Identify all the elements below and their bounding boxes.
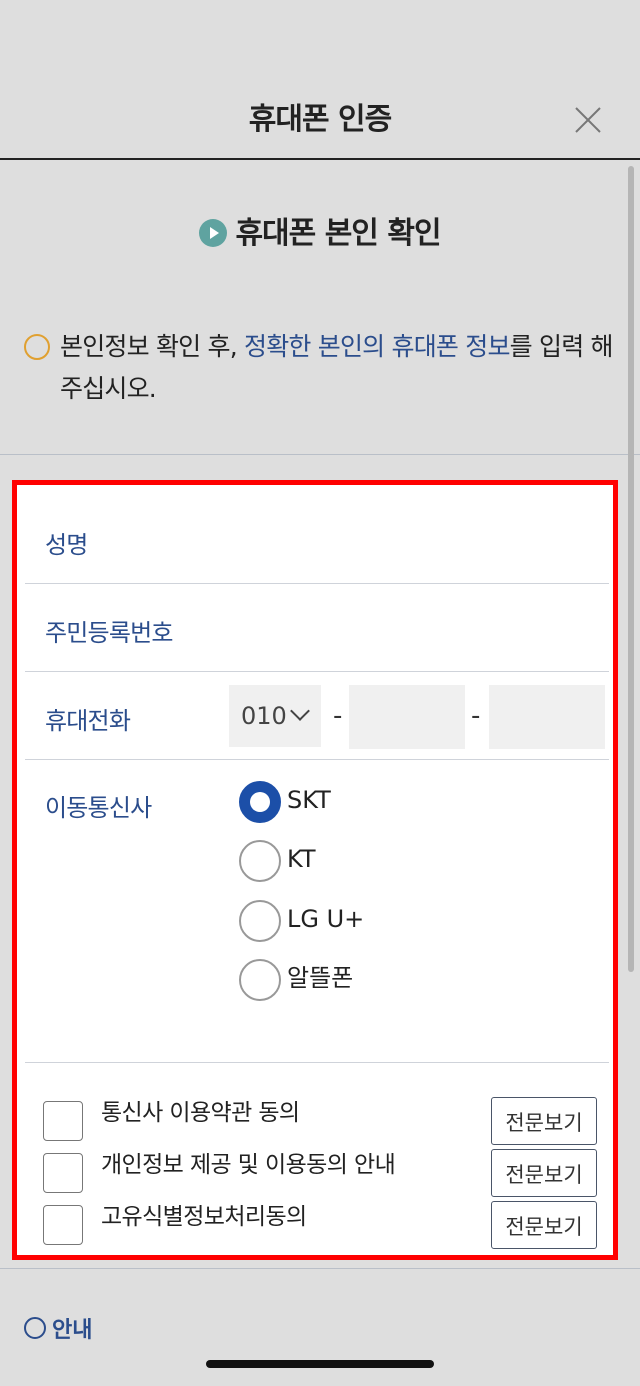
view-full-button[interactable]: 전문보기 (491, 1097, 597, 1145)
notice-prefix: 본인정보 확인 후, (60, 332, 244, 361)
notice-text: 본인정보 확인 후, 정확한 본인의 휴대폰 정보를 입력 해 주십시오. (60, 326, 614, 410)
agreement-checkbox[interactable] (43, 1153, 83, 1193)
name-label: 성명 (45, 531, 88, 559)
phone-last-input[interactable] (489, 685, 605, 749)
chevron-down-icon (289, 701, 310, 721)
agreement-row: 개인정보 제공 및 이용동의 안내 전문보기 (43, 1149, 603, 1197)
phone-dash: - (471, 701, 481, 731)
scrollbar[interactable] (628, 166, 634, 972)
name-row: 성명 (25, 485, 609, 584)
phone-prefix-select[interactable]: 010 (229, 685, 321, 747)
rrn-label: 주민등록번호 (45, 619, 173, 647)
radio-selected-icon (239, 781, 281, 823)
view-full-button[interactable]: 전문보기 (491, 1201, 597, 1249)
home-indicator[interactable] (206, 1360, 434, 1368)
phone-label: 휴대전화 (45, 707, 131, 735)
agreement-label: 개인정보 제공 및 이용동의 안내 (101, 1152, 396, 1178)
bottom-notice: 안내 (24, 1312, 92, 1344)
speaker-icon (24, 334, 50, 360)
radio-label: 알뜰폰 (287, 964, 354, 992)
info-icon (24, 1317, 46, 1339)
radio-icon (239, 840, 281, 882)
identity-form: 성명 주민등록번호 휴대전화 010 - - 이동통신사 SKT KT LG U… (12, 480, 618, 1260)
notice: 본인정보 확인 후, 정확한 본인의 휴대폰 정보를 입력 해 주십시오. (24, 326, 614, 410)
rrn-row: 주민등록번호 (25, 583, 609, 672)
view-full-button[interactable]: 전문보기 (491, 1149, 597, 1197)
section-title-text: 휴대폰 본인 확인 (235, 216, 441, 251)
agreement-label: 고유식별정보처리동의 (101, 1204, 307, 1230)
phone-dash: - (333, 701, 343, 731)
agreement-label: 통신사 이용약관 동의 (101, 1100, 300, 1126)
agreement-row: 통신사 이용약관 동의 전문보기 (43, 1097, 603, 1145)
radio-label: SKT (287, 786, 331, 814)
agreement-row: 고유식별정보처리동의 전문보기 (43, 1201, 603, 1249)
header: 휴대폰 인증 (0, 0, 640, 160)
notice-highlight: 정확한 본인의 휴대폰 정보 (244, 332, 510, 361)
play-circle-icon (199, 219, 228, 247)
radio-label: LG U+ (287, 905, 365, 933)
radio-label: KT (287, 845, 316, 873)
agreement-checkbox[interactable] (43, 1101, 83, 1141)
section-title: 휴대폰 본인 확인 (0, 208, 640, 252)
phone-middle-input[interactable] (349, 685, 465, 749)
bottom-notice-text: 안내 (52, 1318, 93, 1343)
divider (0, 1268, 640, 1269)
phone-prefix-value: 010 (241, 702, 287, 730)
carrier-label: 이동통신사 (45, 794, 152, 822)
agreement-checkbox[interactable] (43, 1205, 83, 1245)
radio-icon (239, 900, 281, 942)
close-icon[interactable] (568, 100, 608, 140)
divider (0, 454, 640, 455)
radio-icon (239, 959, 281, 1001)
page-title: 휴대폰 인증 (248, 102, 392, 137)
